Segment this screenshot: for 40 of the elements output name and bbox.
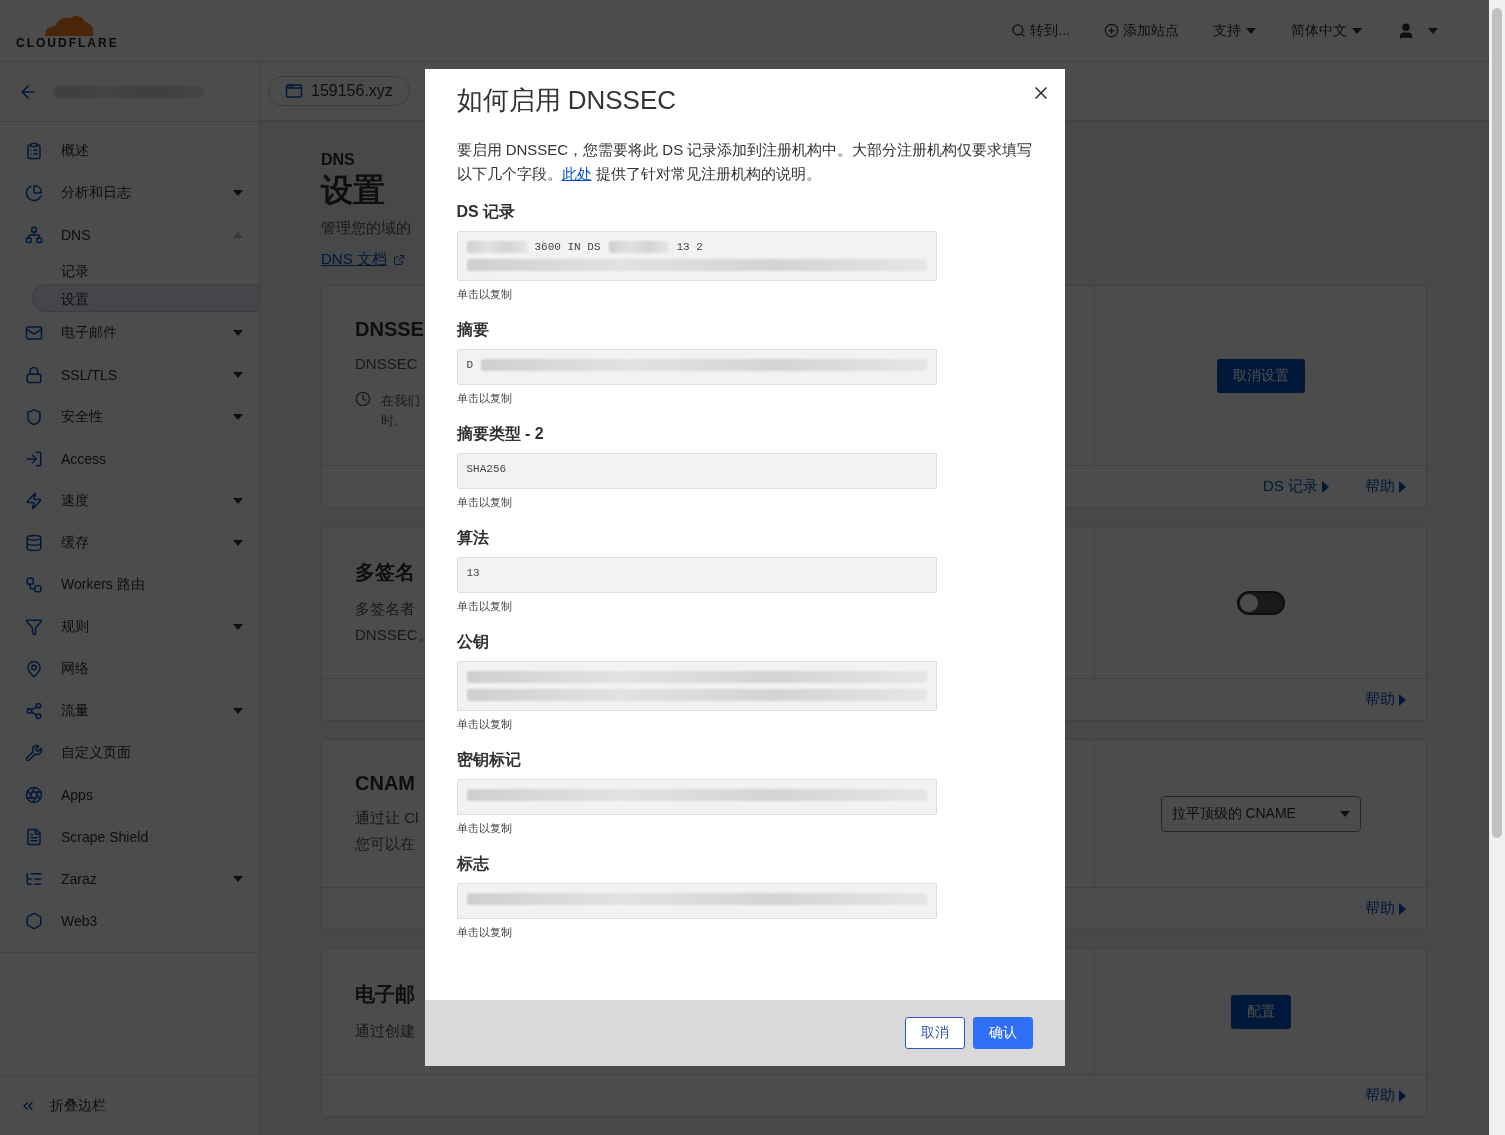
card-title: 电子邮 bbox=[355, 982, 415, 1007]
copy-field[interactable] bbox=[456, 779, 937, 815]
copy-hint: 单击以复制 bbox=[456, 599, 512, 614]
card-title: CNAM bbox=[355, 772, 415, 795]
field-label: 密钥标记 bbox=[456, 750, 521, 770]
field-label: 摘要 bbox=[456, 320, 489, 340]
field-value: SHA256 bbox=[466, 463, 507, 475]
copy-field[interactable]: 3600 IN DS 13 2 bbox=[456, 231, 937, 281]
intro-text: 要启用 DNSSEC，您需要将此 DS 记录添加到注册机构中。大部分注册机构仅要求填写以下几个字段。此处 提供了针对常见注册机构的说明。 bbox=[456, 140, 1033, 184]
field-label: 标志 bbox=[456, 854, 489, 874]
copy-hint: 单击以复制 bbox=[456, 925, 512, 940]
instructions-link[interactable]: 此处 bbox=[561, 165, 592, 182]
copy-field[interactable]: D bbox=[456, 349, 937, 385]
redaction-blur bbox=[608, 241, 669, 253]
field-value: 3600 IN DS bbox=[534, 241, 601, 253]
card-title: 多签名 bbox=[355, 560, 415, 585]
field-label: 公钥 bbox=[456, 632, 489, 652]
copy-field[interactable] bbox=[456, 661, 937, 711]
section-label: DNS bbox=[321, 151, 355, 169]
cancel-button[interactable]: 取消 bbox=[904, 1017, 965, 1049]
confirm-button[interactable]: 确认 bbox=[972, 1017, 1033, 1049]
logo-text: CLOUDFLARE bbox=[16, 35, 119, 50]
copy-hint: 单击以复制 bbox=[456, 717, 512, 732]
copy-field[interactable] bbox=[456, 883, 937, 919]
copy-hint: 单击以复制 bbox=[456, 287, 512, 302]
field-value: 13 2 bbox=[676, 241, 703, 253]
dialog-title: 如何启用 DNSSEC bbox=[456, 84, 678, 117]
copy-field[interactable]: SHA256 bbox=[456, 453, 937, 489]
redaction-blur bbox=[466, 241, 527, 253]
page-title: 设置 bbox=[321, 171, 385, 210]
copy-hint: 单击以复制 bbox=[456, 391, 512, 406]
copy-field[interactable]: 13 bbox=[456, 557, 937, 593]
field-value: D bbox=[466, 359, 474, 371]
card-title: DNSSE bbox=[355, 318, 424, 341]
field-value: 13 bbox=[466, 567, 480, 579]
field-label: DS 记录 bbox=[456, 202, 516, 222]
copy-hint: 单击以复制 bbox=[456, 495, 512, 510]
field-label: 算法 bbox=[456, 528, 489, 548]
copy-hint: 单击以复制 bbox=[456, 821, 512, 836]
field-label: 摘要类型 - 2 bbox=[456, 424, 544, 444]
